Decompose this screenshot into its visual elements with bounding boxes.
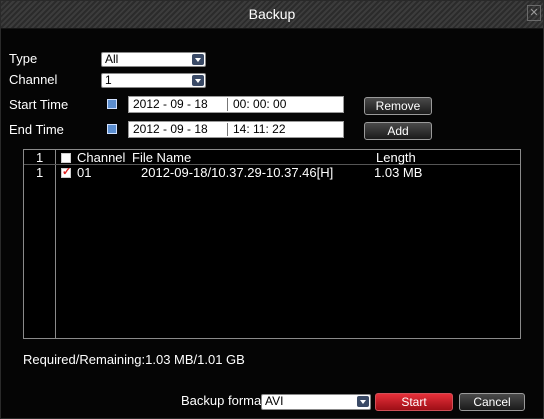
start-time-value: 00: 00: 00 xyxy=(233,97,287,111)
divider xyxy=(227,123,228,136)
header-file-name[interactable]: File Name xyxy=(132,151,191,165)
row-checkbox[interactable] xyxy=(61,165,71,178)
chevron-down-icon[interactable] xyxy=(192,54,204,65)
chevron-down-icon[interactable] xyxy=(357,396,369,407)
row-index: 1 xyxy=(36,165,44,180)
row-file-name: 2012-09-18/10.37.29-10.37.46[H] xyxy=(141,165,334,180)
type-label: Type xyxy=(9,51,38,66)
start-time-field[interactable]: 2012 - 09 - 18 00: 00: 00 xyxy=(128,96,344,113)
select-all-checkbox[interactable] xyxy=(61,153,71,163)
remove-button[interactable]: Remove xyxy=(364,97,432,115)
type-select[interactable]: All xyxy=(101,52,206,67)
end-time-value: 14: 11: 22 xyxy=(233,122,286,136)
close-icon[interactable]: ✕ xyxy=(527,5,541,21)
calendar-icon[interactable] xyxy=(107,99,117,109)
title-bar[interactable]: Backup ✕ xyxy=(1,1,543,29)
channel-select[interactable]: 1 xyxy=(101,73,206,88)
add-button[interactable]: Add xyxy=(364,122,432,140)
type-select-value: All xyxy=(105,52,119,66)
header-channel[interactable]: Channel xyxy=(77,151,125,165)
channel-select-value: 1 xyxy=(105,73,112,87)
calendar-icon[interactable] xyxy=(107,124,117,134)
end-date-value: 2012 - 09 - 18 xyxy=(133,122,208,136)
start-button[interactable]: Start xyxy=(375,393,453,411)
chevron-down-icon[interactable] xyxy=(192,75,204,86)
end-time-label: End Time xyxy=(9,122,64,137)
end-time-field[interactable]: 2012 - 09 - 18 14: 11: 22 xyxy=(128,121,344,138)
header-length[interactable]: Length xyxy=(376,151,416,165)
backup-format-value: AVI xyxy=(265,394,284,408)
divider xyxy=(227,98,228,111)
required-remaining-text: Required/Remaining:1.03 MB/1.01 GB xyxy=(23,352,245,367)
start-time-label: Start Time xyxy=(9,97,69,112)
backup-format-select[interactable]: AVI xyxy=(261,394,371,410)
row-length: 1.03 MB xyxy=(374,165,423,180)
header-index: 1 xyxy=(36,150,44,165)
file-list-table: 1 Channel File Name Length 1 01 2012-09-… xyxy=(23,149,521,339)
column-divider xyxy=(55,150,56,338)
cancel-button[interactable]: Cancel xyxy=(459,393,525,411)
start-date-value: 2012 - 09 - 18 xyxy=(133,97,208,111)
backup-dialog: Backup ✕ Type All Channel 1 Start Time 2… xyxy=(0,0,544,419)
backup-format-label: Backup format xyxy=(181,393,265,408)
row-channel: 01 xyxy=(77,165,92,180)
channel-label: Channel xyxy=(9,72,58,87)
dialog-title: Backup xyxy=(248,6,296,22)
